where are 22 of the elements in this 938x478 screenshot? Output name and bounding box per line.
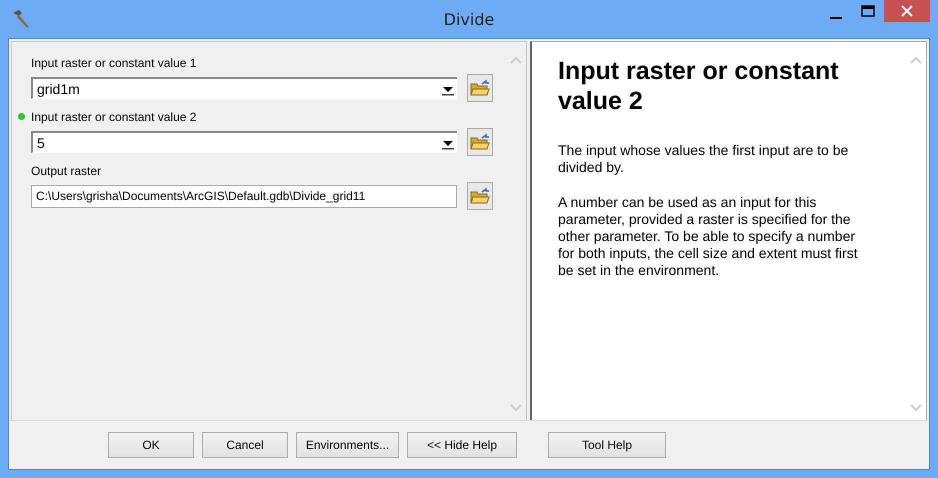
parameter-label: Input raster or constant value 1: [31, 56, 196, 70]
parameter-label: Input raster or constant value 2: [31, 110, 196, 124]
close-button[interactable]: [884, 0, 930, 22]
window-title: Divide: [444, 10, 494, 28]
help-title: Input raster or constant value 2: [558, 56, 840, 116]
browse-button[interactable]: [467, 182, 493, 210]
parameter-label: Output raster: [31, 164, 102, 178]
input-field[interactable]: C:\Users\grisha\Documents\ArcGIS\Default.gdb\Divide_grid11: [31, 184, 457, 208]
maximize-icon: [861, 5, 875, 17]
browse-button[interactable]: [467, 74, 493, 102]
browse-button[interactable]: [467, 128, 493, 156]
close-icon: [901, 5, 913, 17]
dialog-button[interactable]: Cancel: [202, 432, 288, 458]
dialog-button[interactable]: Environments...: [296, 432, 399, 458]
dialog-button[interactable]: << Hide Help: [407, 432, 517, 458]
combo-box[interactable]: 5: [31, 131, 457, 153]
dialog-button[interactable]: Tool Help: [548, 432, 666, 458]
minimize-icon: [830, 17, 842, 19]
help-paragraph: The input whose values the first input are to be divided by.: [558, 142, 850, 176]
combo-box[interactable]: grid1m: [31, 77, 457, 99]
dialog-button[interactable]: OK: [108, 432, 194, 458]
help-paragraph: A number can be used as an input for this parameter, provided a raster is specified for the other parameter. To be able to specify a number for both inputs, the cell size and extent must first be set in the environment.: [558, 194, 859, 279]
